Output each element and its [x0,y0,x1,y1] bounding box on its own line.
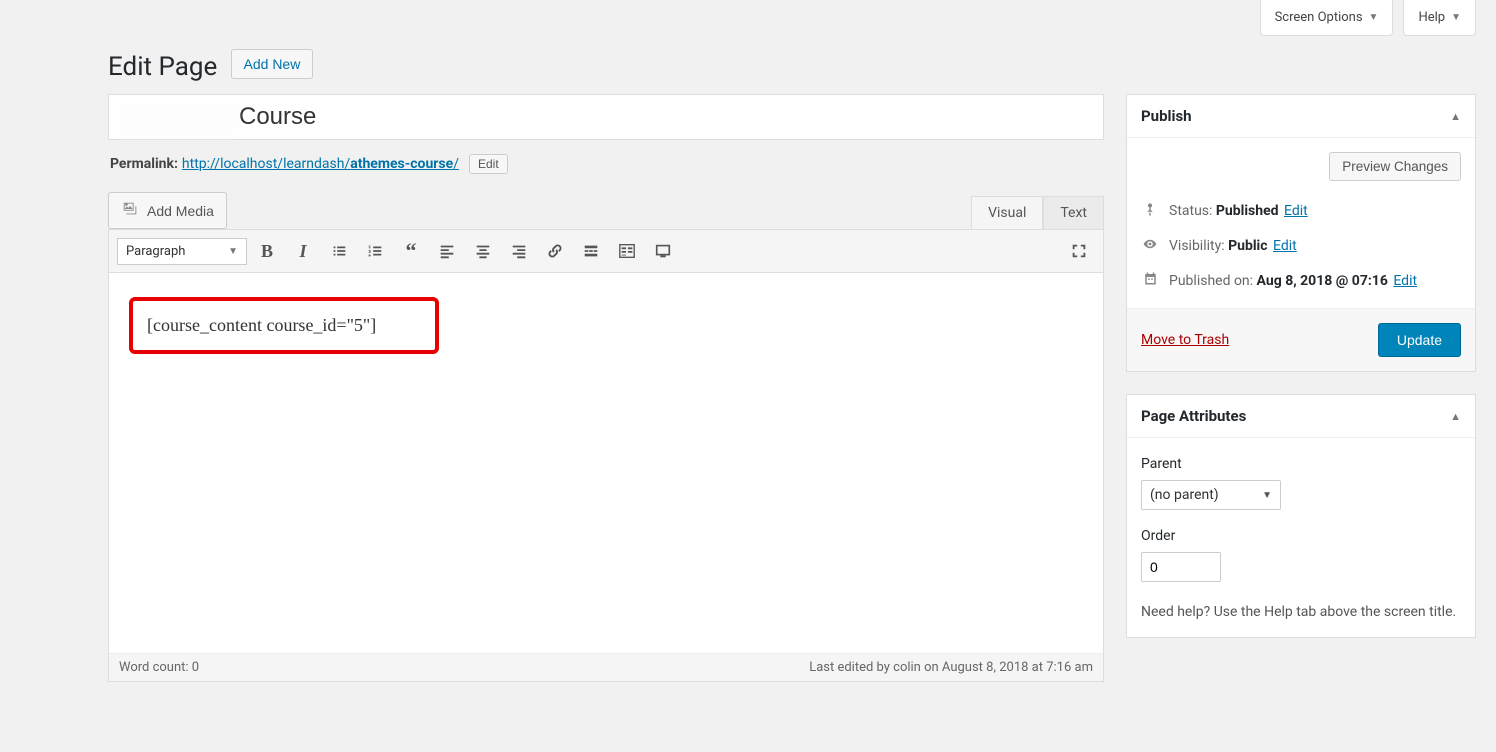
move-to-trash-link[interactable]: Move to Trash [1141,332,1229,348]
publish-box-header[interactable]: Publish ▲ [1127,95,1475,138]
screen-options-tab[interactable]: Screen Options ▼ [1260,0,1394,36]
redacted-overlay [117,101,237,137]
editor-box: Paragraph ▼ B I “ [108,229,1104,682]
permalink-label: Permalink: [110,156,178,172]
parent-select[interactable]: (no parent) ▼ [1141,480,1281,510]
post-title-wrap [108,94,1104,140]
numbered-list-button[interactable] [359,236,391,266]
pin-icon [1141,201,1159,221]
order-label: Order [1141,528,1461,544]
editor-content-area[interactable]: [course_content course_id="5"] [109,273,1103,653]
status-edit-link[interactable]: Edit [1284,203,1308,219]
calendar-icon [1141,271,1159,290]
publish-box: Publish ▲ Preview Changes Status: Publis… [1126,94,1476,372]
permalink-row: Permalink: http://localhost/learndash/at… [108,148,1104,192]
parent-label: Parent [1141,456,1461,472]
chevron-down-icon: ▼ [228,246,238,257]
last-edited: Last edited by colin on August 8, 2018 a… [809,660,1093,675]
bold-button[interactable]: B [251,236,283,266]
chevron-up-icon: ▲ [1450,410,1461,423]
shortcode-highlight: [course_content course_id="5"] [129,297,439,354]
word-count: Word count: 0 [119,660,199,675]
published-on-edit-link[interactable]: Edit [1393,273,1417,289]
preview-changes-button[interactable]: Preview Changes [1329,152,1461,181]
help-tab[interactable]: Help ▼ [1403,0,1476,36]
status-row: Status: Published Edit [1141,193,1461,229]
shortcode-text: [course_content course_id="5"] [147,315,376,335]
update-button[interactable]: Update [1378,323,1461,357]
screen-options-label: Screen Options [1275,10,1363,25]
chevron-down-icon: ▼ [1262,490,1272,501]
permalink-edit-button[interactable]: Edit [469,154,508,174]
italic-button[interactable]: I [287,236,319,266]
editor-toolbar: Paragraph ▼ B I “ [109,230,1103,273]
link-button[interactable] [539,236,571,266]
visibility-row: Visibility: Public Edit [1141,229,1461,263]
editor-footer: Word count: 0 Last edited by colin on Au… [109,653,1103,681]
chevron-down-icon: ▼ [1369,12,1379,23]
blockquote-button[interactable]: “ [395,236,427,266]
format-select-label: Paragraph [126,244,185,259]
add-new-button[interactable]: Add New [231,49,314,79]
insert-more-button[interactable] [575,236,607,266]
chevron-down-icon: ▼ [1451,12,1461,23]
chevron-up-icon: ▲ [1450,110,1461,123]
add-media-button[interactable]: Add Media [108,192,227,229]
align-left-button[interactable] [431,236,463,266]
format-select[interactable]: Paragraph ▼ [117,238,247,265]
toolbar-toggle-button[interactable] [611,236,643,266]
attributes-help-text: Need help? Use the Help tab above the sc… [1141,602,1461,623]
media-icon [121,200,139,221]
post-title-input[interactable] [121,103,1091,131]
help-label: Help [1418,10,1445,25]
parent-select-value: (no parent) [1150,487,1219,503]
bullet-list-button[interactable] [323,236,355,266]
page-attributes-title: Page Attributes [1141,407,1246,425]
editor-text-tab[interactable]: Text [1043,196,1104,229]
visibility-edit-link[interactable]: Edit [1273,238,1297,254]
editor-visual-tab[interactable]: Visual [971,196,1043,229]
align-center-button[interactable] [467,236,499,266]
distraction-free-button[interactable] [647,236,679,266]
page-attributes-box: Page Attributes ▲ Parent (no parent) ▼ O… [1126,394,1476,638]
page-title: Edit Page [108,52,217,82]
eye-icon [1141,237,1159,255]
order-input[interactable] [1141,552,1221,582]
page-attributes-header[interactable]: Page Attributes ▲ [1127,395,1475,438]
align-right-button[interactable] [503,236,535,266]
add-media-label: Add Media [147,203,214,219]
published-on-row: Published on: Aug 8, 2018 @ 07:16 Edit [1141,263,1461,298]
publish-box-title: Publish [1141,107,1192,125]
fullscreen-button[interactable] [1063,236,1095,266]
permalink-link[interactable]: http://localhost/learndash/athemes-cours… [182,156,459,172]
